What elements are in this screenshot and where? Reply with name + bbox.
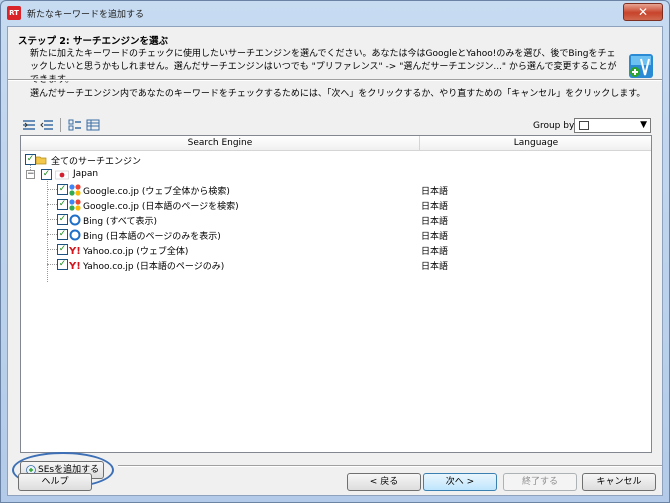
tree-connector <box>47 234 57 235</box>
uncheck-all-icon[interactable] <box>86 119 100 131</box>
tree-connector <box>47 264 57 265</box>
engine-language: 日本語 <box>421 232 449 242</box>
next-button[interactable]: 次へ > <box>423 473 497 491</box>
svg-text:Y!: Y! <box>69 246 81 256</box>
grid-header: Search Engine Language <box>21 136 651 151</box>
checkbox-engine[interactable]: ✓ <box>57 199 68 210</box>
tree-connector <box>47 189 57 190</box>
header-divider <box>8 79 662 81</box>
close-button[interactable]: ✕ <box>623 3 663 21</box>
search-engine-wizard-icon <box>629 54 653 78</box>
search-engine-grid[interactable]: Search Engine Language ✓ 全てのサーチエンジン − ✓ <box>20 135 652 453</box>
engine-name: Google.co.jp (日本語のページを検索) <box>83 202 239 212</box>
tree-row-engine[interactable]: ✓ Google.co.jp (ウェブ全体から検索) 日本語 <box>21 182 651 197</box>
bing-icon <box>69 229 81 241</box>
group-by-grid-icon <box>579 121 589 130</box>
engine-name: Yahoo.co.jp (ウェブ全体) <box>83 247 189 257</box>
checkbox-japan[interactable]: ✓ <box>41 169 52 180</box>
toolbar-divider <box>60 118 61 132</box>
cancel-button[interactable]: キャンセル <box>582 473 656 491</box>
engine-language: 日本語 <box>421 187 449 197</box>
engine-language: 日本語 <box>421 217 449 227</box>
check-all-icon[interactable] <box>68 119 82 131</box>
tree-row-engine[interactable]: ✓ Y! Yahoo.co.jp (日本語のページのみ) 日本語 <box>21 257 651 272</box>
yahoo-icon: Y! <box>69 246 81 256</box>
checkbox-engine[interactable]: ✓ <box>57 184 68 195</box>
google-icon <box>69 199 81 211</box>
engine-language: 日本語 <box>421 262 449 272</box>
tree-row-region[interactable]: − ✓ Japan <box>21 167 651 182</box>
app-logo-icon: RT <box>7 6 21 20</box>
engine-name: Google.co.jp (ウェブ全体から検索) <box>83 187 230 197</box>
back-button[interactable]: < 戻る <box>347 473 421 491</box>
tree-label-japan: Japan <box>73 169 99 179</box>
footer-divider <box>118 465 662 467</box>
tree-row-root[interactable]: ✓ 全てのサーチエンジン <box>21 152 651 167</box>
tree-row-engine[interactable]: ✓ Bing (すべて表示) 日本語 <box>21 212 651 227</box>
step-title: ステップ 2: サーチエンジンを選ぶ <box>18 36 169 47</box>
tree-row-engine[interactable]: ✓ Google.co.jp (日本語のページを検索) 日本語 <box>21 197 651 212</box>
google-icon <box>69 184 81 196</box>
dialog-window: RT 新たなキーワードを追加する ✕ ステップ 2: サーチエンジンを選ぶ 新た… <box>0 0 670 503</box>
checkbox-engine[interactable]: ✓ <box>57 244 68 255</box>
group-by-select[interactable]: ▼ <box>574 118 651 133</box>
engine-name: Bing (日本語のページのみを表示) <box>83 232 221 242</box>
collapse-all-icon[interactable] <box>40 119 54 131</box>
column-header-search-engine[interactable]: Search Engine <box>21 136 420 151</box>
help-button[interactable]: ヘルプ <box>18 473 92 491</box>
tree-label-all-engines: 全てのサーチエンジン <box>51 157 142 167</box>
checkbox-engine[interactable]: ✓ <box>57 259 68 270</box>
tree-connector <box>47 219 57 220</box>
chevron-down-icon: ▼ <box>640 120 647 130</box>
checkbox-engine[interactable]: ✓ <box>57 229 68 240</box>
column-header-language[interactable]: Language <box>421 136 651 151</box>
tree-connector <box>47 204 57 205</box>
engine-name: Yahoo.co.jp (日本語のページのみ) <box>83 262 225 272</box>
folder-icon <box>35 156 47 165</box>
collapse-toggle-icon[interactable]: − <box>26 170 35 179</box>
step-description: 新たに加えたキーワードのチェックに使用したいサーチエンジンを選んでください。あな… <box>30 49 617 85</box>
instruction-text: 選んだサーチエンジン内であなたのキーワードをチェックするためには、「次へ」をクリ… <box>30 89 646 99</box>
tree-row-engine[interactable]: ✓ Y! Yahoo.co.jp (ウェブ全体) 日本語 <box>21 242 651 257</box>
engine-name: Bing (すべて表示) <box>83 217 157 227</box>
svg-text:Y!: Y! <box>69 261 81 271</box>
engine-language: 日本語 <box>421 202 449 212</box>
engine-language: 日本語 <box>421 247 449 257</box>
group-by-label: Group by: <box>533 121 577 131</box>
yahoo-icon: Y! <box>69 261 81 271</box>
tree-row-engine[interactable]: ✓ Bing (日本語のページのみを表示) 日本語 <box>21 227 651 242</box>
checkbox-engine[interactable]: ✓ <box>57 214 68 225</box>
title-bar[interactable]: RT 新たなキーワードを追加する ✕ <box>1 1 669 25</box>
wizard-body: ステップ 2: サーチエンジンを選ぶ 新たに加えたキーワードのチェックに使用した… <box>7 26 663 496</box>
bing-icon <box>69 214 81 226</box>
finish-button[interactable]: 終了する <box>503 473 577 491</box>
japan-flag-icon <box>55 170 69 180</box>
expand-all-icon[interactable] <box>22 119 36 131</box>
tree-connector <box>47 249 57 250</box>
window-title: 新たなキーワードを追加する <box>27 10 145 20</box>
